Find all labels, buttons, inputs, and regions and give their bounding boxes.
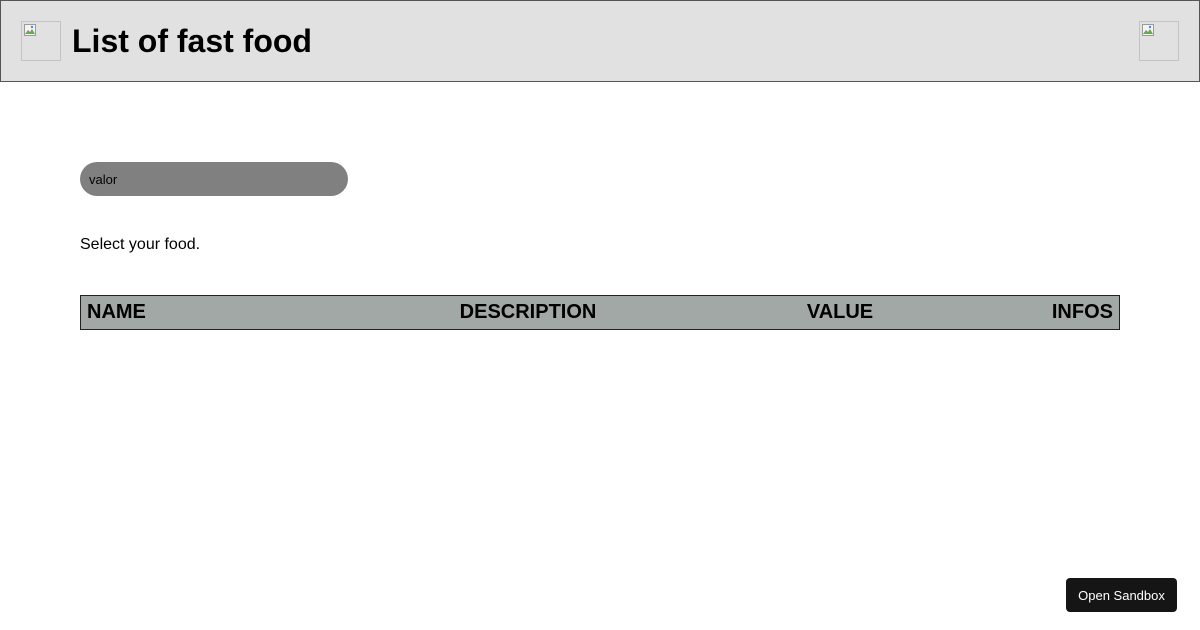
page-title: List of fast food — [72, 23, 312, 59]
food-table: NAME DESCRIPTION VALUE INFOS — [80, 295, 1120, 330]
instruction-text: Select your food. — [80, 236, 201, 253]
column-header-infos: INFOS — [996, 295, 1120, 330]
broken-image-icon — [24, 24, 36, 36]
column-header-name: NAME — [80, 295, 372, 330]
search-input[interactable] — [80, 162, 348, 196]
broken-image-icon — [1142, 24, 1154, 36]
logo-image — [21, 21, 61, 61]
profile-image[interactable] — [1139, 21, 1179, 61]
column-header-description: DESCRIPTION — [372, 295, 684, 330]
open-sandbox-button[interactable]: Open Sandbox — [1066, 578, 1177, 612]
table-header-row: NAME DESCRIPTION VALUE INFOS — [80, 295, 1120, 330]
app-header: List of fast food — [0, 0, 1200, 82]
page: List of fast food Select your food. NAME… — [0, 0, 1200, 630]
column-header-value: VALUE — [684, 295, 996, 330]
